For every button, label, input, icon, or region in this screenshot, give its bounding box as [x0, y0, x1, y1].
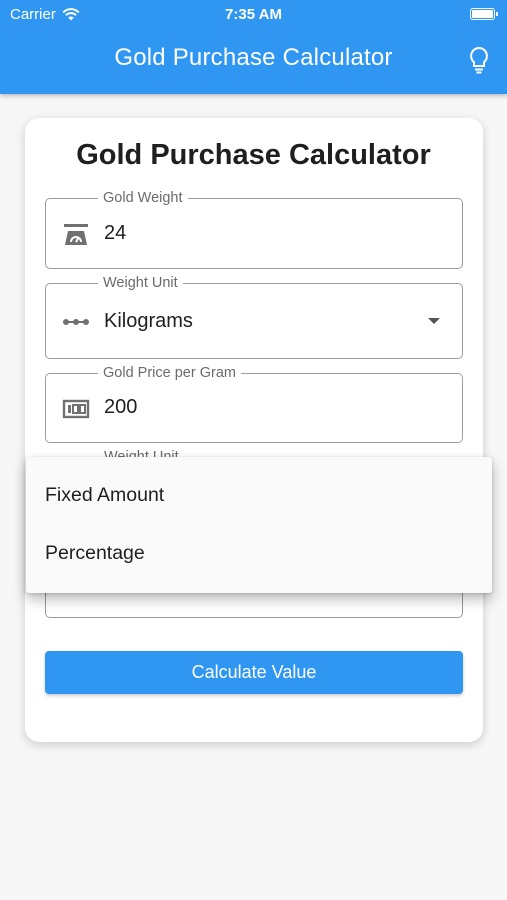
linear-scale-icon [63, 319, 89, 325]
gold-weight-field[interactable]: Gold Weight 24 [45, 190, 463, 269]
app-bar-title: Gold Purchase Calculator [114, 44, 393, 71]
card-title: Gold Purchase Calculator [76, 139, 431, 171]
dropdown-menu: Fixed Amount Percentage [26, 457, 492, 593]
gold-weight-label: Gold Weight [98, 190, 188, 206]
weight-unit-value: Kilograms [104, 310, 193, 332]
menu-item-percentage[interactable]: Percentage [26, 524, 492, 582]
price-per-gram-field[interactable]: Gold Price per Gram 200 [45, 365, 463, 443]
weight-unit-dropdown[interactable]: Weight Unit Kilograms [45, 275, 463, 359]
lightbulb-icon[interactable] [468, 46, 490, 74]
hidden-field-label: Weight Unit [104, 449, 179, 457]
status-time: 7:35 AM [225, 6, 282, 23]
menu-item-fixed-amount[interactable]: Fixed Amount [26, 466, 492, 524]
price-per-gram-value: 200 [104, 396, 138, 418]
money-icon [62, 399, 90, 419]
price-per-gram-label: Gold Price per Gram [98, 365, 241, 381]
scale-icon [64, 224, 88, 245]
weight-unit-label: Weight Unit [98, 275, 183, 291]
battery-icon [470, 8, 498, 20]
gold-weight-value: 24 [104, 222, 127, 244]
calculate-button[interactable]: Calculate Value [45, 651, 463, 694]
dropdown-arrow-icon [428, 318, 440, 324]
app-bar: Carrier 7:35 AM Gold Purchase Calculator [0, 0, 507, 94]
